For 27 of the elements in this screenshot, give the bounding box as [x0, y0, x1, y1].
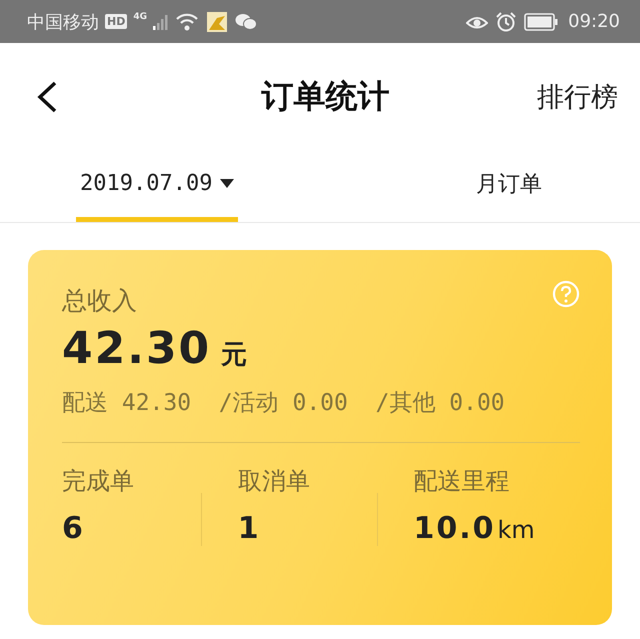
currency-unit: 元 — [221, 339, 248, 372]
stat-label: 配送里程 — [414, 466, 510, 497]
caret-icon — [220, 179, 234, 188]
alarm-icon — [496, 12, 516, 32]
stat-unit: km — [498, 516, 535, 544]
network-type: 4G — [133, 12, 147, 22]
back-button[interactable] — [36, 80, 58, 114]
stat-value: 1 — [238, 511, 261, 546]
stat-value: 10.0 — [414, 511, 496, 546]
income-breakdown: 配送 42.30 /活动 0.00 /其他 0.00 — [62, 389, 506, 418]
total-amount: 42.30 — [62, 323, 212, 374]
tab[interactable]: 2019.07.09 — [76, 150, 238, 222]
chat-icon — [235, 12, 257, 30]
ranking-link[interactable]: 排行榜 — [537, 78, 618, 114]
wifi-icon — [175, 12, 199, 30]
stat-value: 6 — [62, 511, 85, 546]
stat-label: 完成单 — [62, 466, 135, 497]
hd-badge: HD — [105, 14, 128, 29]
app-icon — [207, 12, 227, 32]
carrier-name: 中国移动 — [27, 10, 99, 34]
tab[interactable]: 月订单 — [472, 150, 546, 222]
clock-time: 09:20 — [568, 11, 620, 32]
stat-label: 取消单 — [238, 466, 311, 497]
battery-icon — [524, 12, 558, 30]
signal-icon — [153, 14, 169, 30]
page-title: 订单统计 — [262, 76, 390, 116]
income-label: 总收入 — [62, 285, 137, 317]
